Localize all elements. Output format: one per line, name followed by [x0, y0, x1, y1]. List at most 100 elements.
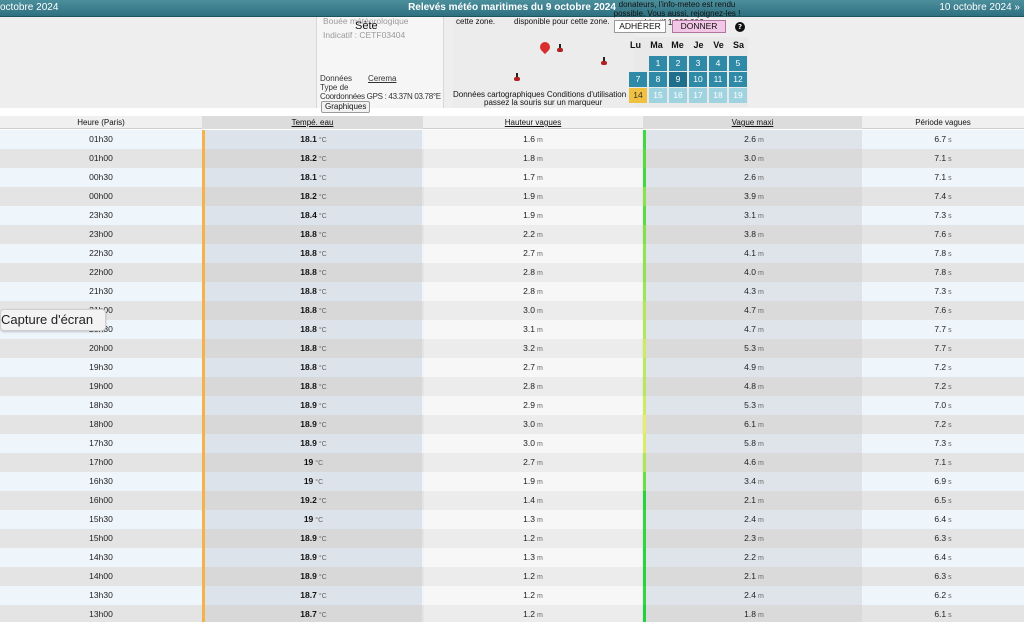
calendar-day[interactable]: 11: [709, 72, 727, 87]
wave-period-cell-unit: s: [948, 612, 952, 619]
time-cell-value: 00h30: [89, 172, 113, 182]
time-cell-value: 01h00: [89, 153, 113, 163]
temp-color-indicator: [202, 187, 205, 206]
buoy-marker-icon[interactable]: [557, 44, 563, 52]
table-row: 23h30 18.4 °C 1.9 m 3.1 m 7.3 s: [0, 206, 1024, 225]
max-wave-cell: 4.7 m: [646, 301, 862, 320]
water-temp-cell-value: 18.8: [300, 229, 317, 239]
wave-height-cell-unit: m: [536, 327, 543, 334]
wave-period-cell-unit: s: [948, 156, 952, 163]
max-wave-color-indicator: [643, 130, 646, 149]
water-temp-cell-unit: °C: [318, 251, 327, 258]
donner-button[interactable]: DONNER: [672, 20, 726, 33]
help-icon[interactable]: ?: [735, 22, 745, 32]
max-wave-cell-value: 2.1: [744, 571, 756, 581]
water-temp-cell: 18.9 °C: [205, 415, 422, 434]
water-temp-cell: 18.9 °C: [205, 396, 422, 415]
calendar-day-selected[interactable]: 9: [669, 72, 687, 87]
column-header-vmax[interactable]: Vague maxi: [643, 118, 862, 127]
wave-period-cell: 7.2 s: [862, 415, 1024, 434]
wave-period-cell-unit: s: [948, 213, 952, 220]
water-temp-cell-value: 19: [303, 514, 314, 524]
wave-height-cell-value: 1.2: [523, 590, 535, 600]
max-wave-cell-unit: m: [757, 555, 764, 562]
max-wave-color-indicator: [643, 206, 646, 225]
max-wave-cell-unit: m: [757, 137, 764, 144]
max-wave-cell: 2.1 m: [646, 567, 862, 586]
calendar-day[interactable]: 5: [729, 56, 747, 71]
wave-height-cell: 1.9 m: [424, 472, 642, 491]
water-temp-cell: 18.8 °C: [205, 263, 422, 282]
wave-height-cell-value: 1.2: [523, 533, 535, 543]
time-cell: 22h30: [0, 244, 202, 263]
max-wave-color-indicator: [643, 491, 646, 510]
wave-height-cell-unit: m: [536, 232, 543, 239]
water-temp-cell: 18.7 °C: [205, 605, 422, 622]
wave-period-cell: 6.5 s: [862, 491, 1024, 510]
wave-height-cell-value: 2.7: [523, 457, 535, 467]
donnees-provider-link[interactable]: Cerema: [368, 74, 396, 83]
wave-height-cell-value: 1.4: [523, 495, 535, 505]
water-temp-cell-value: 18.8: [300, 286, 317, 296]
calendar-day[interactable]: 15: [649, 88, 667, 103]
calendar-day[interactable]: 1: [649, 56, 667, 71]
max-wave-cell: 2.3 m: [646, 529, 862, 548]
wave-period-cell: 7.7 s: [862, 320, 1024, 339]
wave-height-cell-value: 2.7: [523, 248, 535, 258]
temp-color-indicator: [202, 529, 205, 548]
calendar-day[interactable]: 19: [729, 88, 747, 103]
temp-color-indicator: [202, 206, 205, 225]
calendar-day[interactable]: 4: [709, 56, 727, 71]
wave-period-cell-value: 7.3: [934, 438, 947, 448]
calendar-day[interactable]: 8: [649, 72, 667, 87]
station-marker-icon[interactable]: [537, 39, 553, 55]
table-row: 18h00 18.9 °C 3.0 m 6.1 m 7.2 s: [0, 415, 1024, 434]
column-header-wave[interactable]: Hauteur vagues: [423, 118, 643, 127]
max-wave-cell-unit: m: [757, 175, 764, 182]
wave-height-cell-value: 1.3: [523, 552, 535, 562]
water-temp-cell: 18.8 °C: [205, 282, 422, 301]
next-day-link[interactable]: 10 octobre 2024 »: [939, 2, 1020, 13]
water-temp-cell-unit: °C: [318, 498, 327, 505]
max-wave-color-indicator: [643, 377, 646, 396]
wave-period-cell-unit: s: [948, 403, 952, 410]
wave-height-cell-unit: m: [536, 289, 543, 296]
calendar-day[interactable]: 2: [669, 56, 687, 71]
buoy-marker-icon[interactable]: [601, 57, 607, 65]
calendar-day-today[interactable]: 14: [629, 88, 647, 103]
water-temp-cell-value: 18.9: [300, 571, 317, 581]
calendar-day[interactable]: 7: [629, 72, 647, 87]
max-wave-cell: 4.8 m: [646, 377, 862, 396]
calendar-day[interactable]: 3: [689, 56, 707, 71]
max-wave-cell-value: 2.4: [744, 590, 756, 600]
wave-period-cell: 7.3 s: [862, 434, 1024, 453]
calendar-day[interactable]: 18: [709, 88, 727, 103]
time-cell: 16h00: [0, 491, 202, 510]
wave-period-cell-value: 6.3: [934, 571, 947, 581]
buoy-marker-icon[interactable]: [514, 73, 520, 81]
water-temp-cell: 18.9 °C: [205, 434, 422, 453]
time-cell-value: 19h30: [89, 362, 113, 372]
water-temp-cell-value: 18.9: [300, 400, 317, 410]
calendar-day[interactable]: 12: [729, 72, 747, 87]
table-row: 18h30 18.9 °C 2.9 m 5.3 m 7.0 s: [0, 396, 1024, 415]
station-map[interactable]: cette zone. disponible pour cette zone. …: [453, 17, 634, 108]
max-wave-color-indicator: [643, 244, 646, 263]
water-temp-cell: 18.8 °C: [205, 225, 422, 244]
time-cell-value: 22h00: [89, 267, 113, 277]
water-temp-cell-unit: °C: [318, 612, 327, 619]
adherer-button[interactable]: ADHÉRER: [614, 20, 666, 33]
water-temp-cell-unit: °C: [318, 384, 327, 391]
temp-color-indicator: [202, 605, 205, 622]
max-wave-cell-unit: m: [757, 232, 764, 239]
water-temp-cell: 18.8 °C: [205, 244, 422, 263]
wave-height-cell-unit: m: [536, 346, 543, 353]
calendar-day[interactable]: 10: [689, 72, 707, 87]
max-wave-cell-value: 2.2: [744, 552, 756, 562]
calendar-day[interactable]: 16: [669, 88, 687, 103]
column-header-temp[interactable]: Tempé. eau: [202, 118, 423, 127]
wave-height-cell-value: 2.2: [523, 229, 535, 239]
max-wave-cell: 3.8 m: [646, 225, 862, 244]
calendar-day[interactable]: 17: [689, 88, 707, 103]
graphiques-button[interactable]: Graphiques: [321, 101, 371, 113]
